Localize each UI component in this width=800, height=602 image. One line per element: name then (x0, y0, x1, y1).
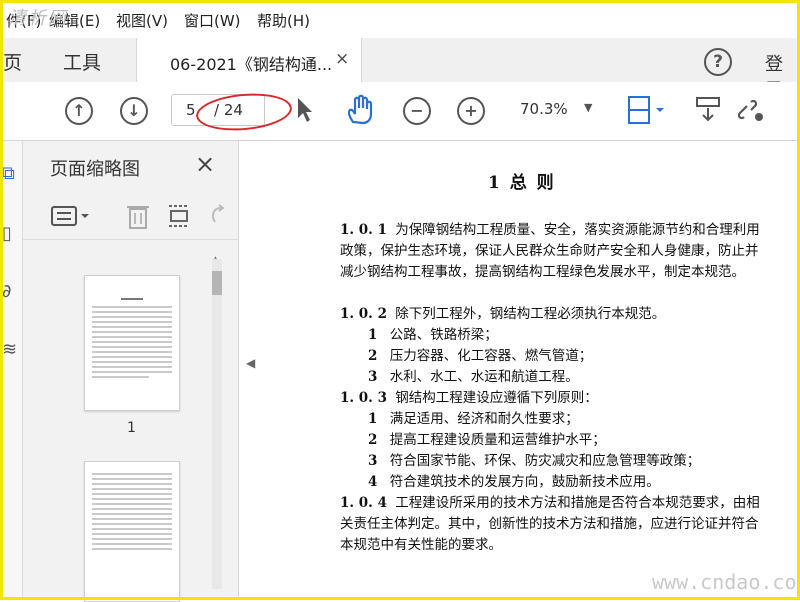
clause-number: 1. 0. 1 (340, 222, 387, 238)
item-number: 3 (368, 453, 378, 469)
zoom-out-icon[interactable]: − (403, 97, 431, 125)
item-number: 4 (368, 474, 378, 490)
clause-text: 为保障钢结构工程质量、安全，落实资源能源节约和合理利用政策，保护生态环境，保证人… (340, 222, 760, 280)
item-number: 2 (368, 348, 378, 364)
bookmarks-rail-icon[interactable]: ▯ (2, 223, 12, 244)
item-text: 满足适用、经济和耐久性要求； (389, 411, 579, 427)
item-text: 符合国家节能、环保、防灾减灾和应急管理等政策； (389, 453, 701, 469)
thumbnail-panel: 页面缩略图 × 1 (23, 141, 239, 602)
close-tab-icon[interactable]: × (335, 49, 349, 69)
item-number: 1 (368, 411, 378, 427)
list-item: 2 提高工程建设质量和运营维护水平； (368, 430, 788, 451)
thumbnail-scrollbar[interactable] (212, 259, 222, 589)
thumbnails-rail-icon[interactable]: ⧉ (2, 163, 15, 184)
thumbnail-page-label: 1 (127, 420, 136, 436)
left-rail: ⧉ ▯ ∂ ≋ (0, 141, 23, 600)
tab-tools[interactable]: 工具 (63, 48, 101, 75)
scroll-mode-icon[interactable] (695, 96, 723, 124)
item-text: 提高工程建设质量和运营维护水平； (389, 432, 606, 448)
hand-tool-icon[interactable] (345, 94, 375, 126)
zoom-value: 70.3% (520, 100, 568, 118)
document-tab-title: 06-2021《钢结构通... (170, 55, 333, 74)
help-icon[interactable]: ? (704, 48, 732, 76)
list-item: 3 水利、水工、水运和航道工程。 (368, 367, 788, 388)
thumbnail-toolbar (23, 191, 238, 240)
clause-1-0-2: 1. 0. 2 除下列工程外，钢结构工程必须执行本规范。 (340, 304, 760, 325)
watermark-url: www.cndao.com (652, 570, 800, 594)
list-item: 4 符合建筑技术的发展方向，鼓励新技术应用。 (368, 472, 788, 493)
item-text: 公路、铁路桥梁； (389, 327, 498, 343)
tab-home[interactable]: 主页 (0, 48, 22, 75)
select-cursor-icon[interactable] (296, 97, 314, 123)
zoom-in-icon[interactable]: + (457, 97, 485, 125)
clause-number: 1. 0. 2 (340, 306, 387, 322)
chevron-down-icon: ▼ (584, 101, 593, 114)
page-display-icon[interactable] (626, 95, 668, 125)
item-text: 压力容器、化工容器、燃气管道； (389, 348, 593, 364)
tab-bar: 主页 工具 06-2021《钢结构通... × ? 登录 (0, 38, 800, 101)
zoom-select[interactable]: 70.3% ▼ (510, 94, 602, 124)
thumbnail-panel-title: 页面缩略图 (50, 159, 140, 180)
list-item: 1 满足适用、经济和耐久性要求； (368, 409, 788, 430)
options-menu-icon[interactable] (51, 205, 95, 227)
menu-bar: 清析网 件(F) 编辑(E) 视图(V) 窗口(W) 帮助(H) (0, 0, 800, 39)
clause-text: 工程建设所采用的技术方法和措施是否符合本规范要求，由相关责任主体判定。其中，创新… (340, 495, 760, 553)
clause-1-0-4: 1. 0. 4 工程建设所采用的技术方法和措施是否符合本规范要求，由相关责任主体… (340, 493, 760, 556)
clause-1-0-3: 1. 0. 3 钢结构工程建设应遵循下列原则： (340, 388, 760, 409)
clause-1-0-1: 1. 0. 1 为保障钢结构工程质量、安全，落实资源能源节约和合理利用政策，保护… (340, 220, 760, 283)
clause-number: 1. 0. 3 (340, 390, 387, 406)
extract-pages-icon[interactable] (167, 203, 191, 229)
chapter-title: 1 总 则 (488, 173, 556, 193)
item-text: 符合建筑技术的发展方向，鼓励新技术应用。 (389, 474, 660, 490)
menu-window[interactable]: 窗口(W) (184, 10, 241, 31)
list-item: 2 压力容器、化工容器、燃气管道； (368, 346, 788, 367)
collapse-panel-icon[interactable]: ◀ (246, 356, 255, 370)
list-item: 3 符合国家节能、环保、防灾减灾和应急管理等政策； (368, 451, 760, 472)
menu-help[interactable]: 帮助(H) (257, 10, 310, 31)
layers-rail-icon[interactable]: ≋ (2, 339, 17, 360)
current-page-input[interactable]: 5 (186, 101, 196, 119)
list-item: 1 公路、铁路桥梁； (368, 325, 788, 346)
close-panel-icon[interactable]: × (195, 150, 215, 178)
item-number: 3 (368, 369, 378, 385)
toolbar: ↑ ↓ 5 / 24 − + 70.3% ▼ (0, 82, 800, 141)
page-thumbnail-1[interactable] (84, 275, 180, 411)
scrollbar-thumb[interactable] (212, 271, 222, 295)
item-number: 1 (368, 327, 378, 343)
rotate-icon[interactable] (207, 204, 227, 228)
page-thumbnail-2[interactable] (84, 461, 180, 602)
item-text: 水利、水工、水运和航道工程。 (389, 369, 579, 385)
share-link-icon[interactable] (735, 96, 767, 124)
tab-document[interactable]: 06-2021《钢结构通... × (136, 38, 362, 82)
clause-text: 钢结构工程建设应遵循下列原则： (395, 390, 598, 406)
previous-page-icon[interactable]: ↑ (65, 97, 93, 125)
clause-number: 1. 0. 4 (340, 495, 387, 511)
menu-view[interactable]: 视图(V) (116, 10, 168, 31)
trash-icon[interactable] (126, 202, 150, 230)
attachments-rail-icon[interactable]: ∂ (2, 281, 11, 302)
next-page-icon[interactable]: ↓ (120, 97, 148, 125)
watermark-logo: 清析网 (8, 8, 68, 29)
clause-text: 除下列工程外，钢结构工程必须执行本规范。 (395, 306, 666, 322)
document-view: 1 总 则 1. 0. 1 为保障钢结构工程质量、安全，落实资源能源节约和合理利… (262, 141, 800, 600)
item-number: 2 (368, 432, 378, 448)
